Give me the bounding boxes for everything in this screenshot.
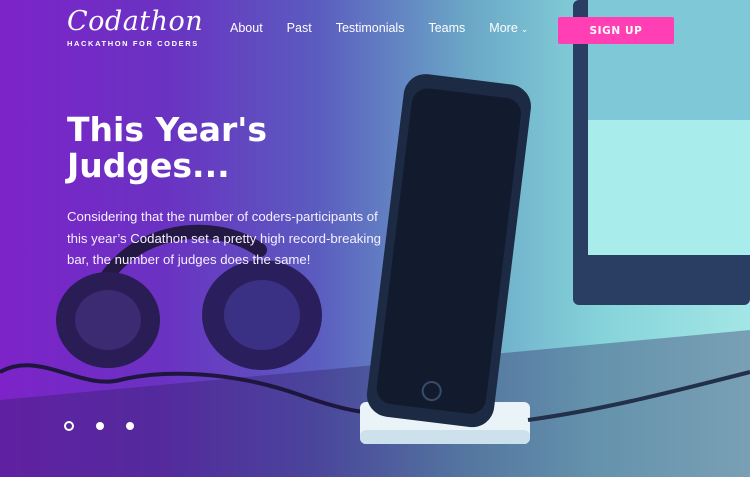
brand-tagline: HACKATHON FOR CODERS bbox=[67, 39, 199, 48]
chevron-down-icon: ⌄ bbox=[520, 23, 529, 34]
nav-item-past[interactable]: Past bbox=[287, 21, 312, 35]
hero-description: Considering that the number of coders-pa… bbox=[67, 209, 381, 267]
nav-item-teams[interactable]: Teams bbox=[428, 21, 465, 35]
brand-logo[interactable]: Codathon HACKATHON FOR CODERS bbox=[67, 8, 203, 48]
nav-item-testimonials[interactable]: Testimonials bbox=[336, 21, 405, 35]
carousel-dot-2[interactable] bbox=[96, 422, 104, 430]
carousel-dot-3[interactable] bbox=[126, 422, 134, 430]
nav-item-more[interactable]: More ⌄ bbox=[489, 21, 528, 35]
hero-banner: Codathon HACKATHON FOR CODERS About Past… bbox=[0, 0, 750, 477]
signup-button[interactable]: SIGN UP bbox=[558, 17, 674, 44]
nav-item-about[interactable]: About bbox=[230, 21, 263, 35]
hero-title: This Year's Judges... bbox=[67, 110, 267, 185]
brand-name: Codathon bbox=[67, 6, 204, 37]
nav-item-more-label: More bbox=[489, 21, 518, 35]
carousel-indicators bbox=[64, 421, 134, 431]
main-nav: About Past Testimonials Teams More ⌄ bbox=[230, 21, 528, 35]
carousel-dot-1[interactable] bbox=[64, 421, 74, 431]
